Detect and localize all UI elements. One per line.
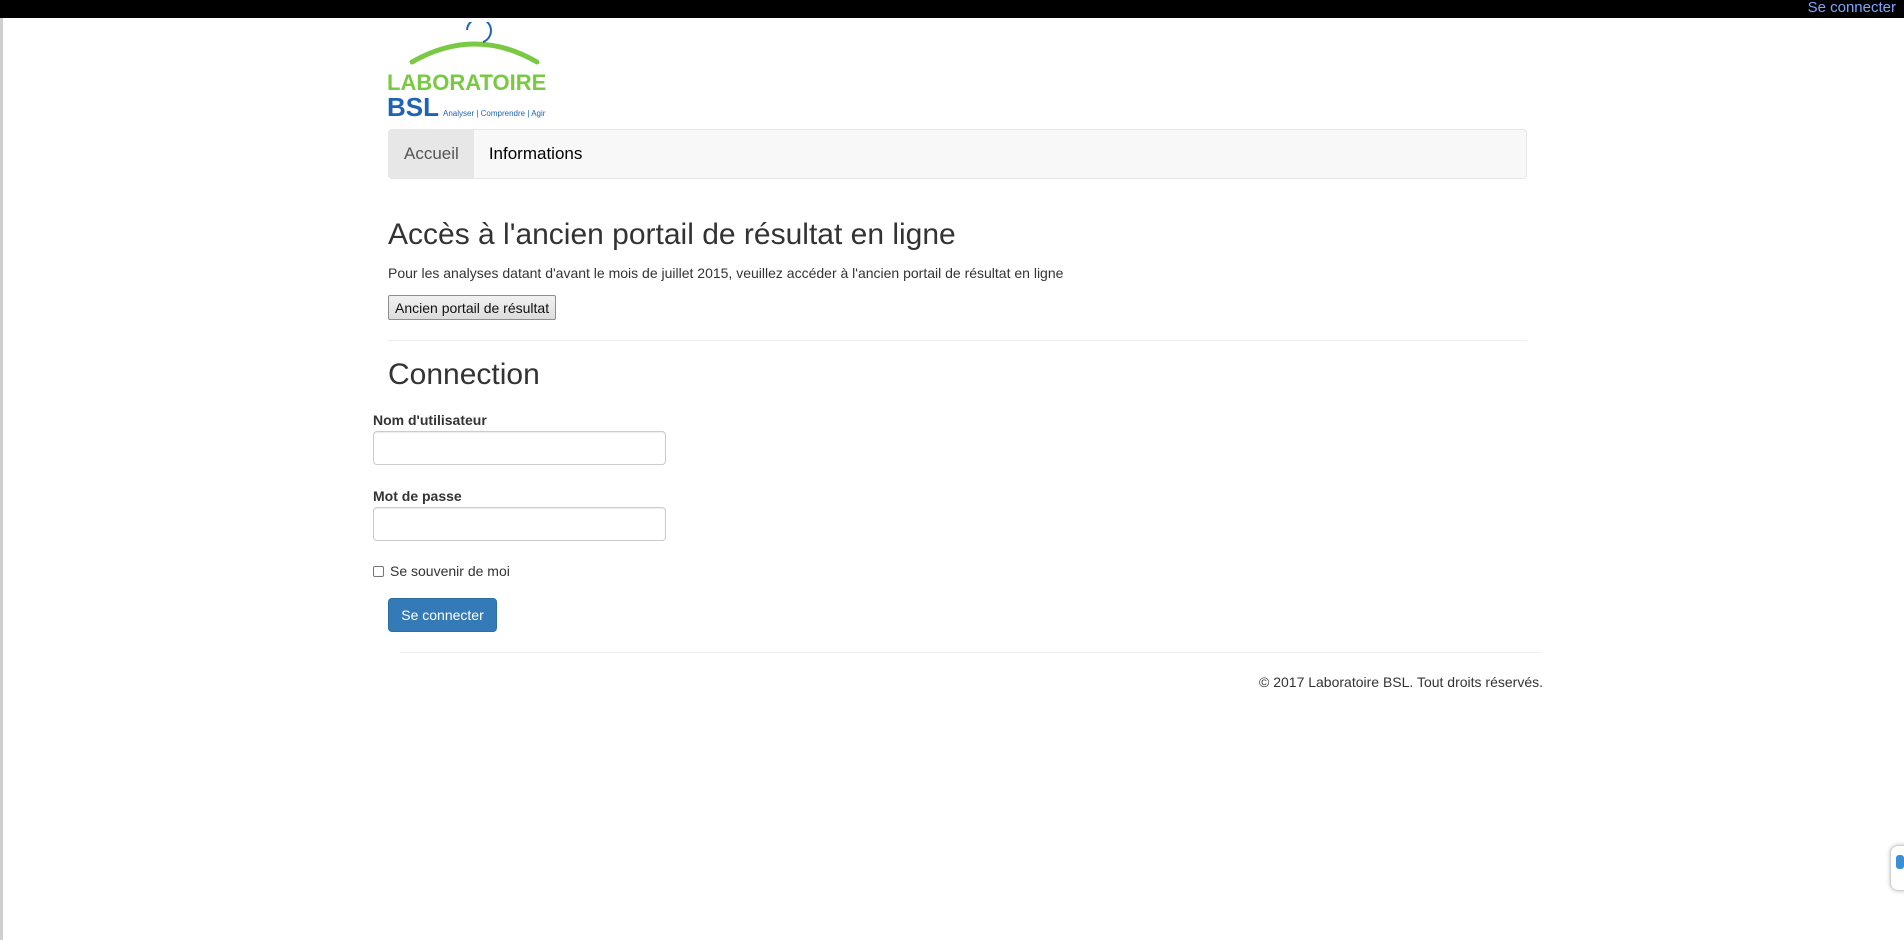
laboratoire-bsl-logo[interactable]: LABORATOIRE BSL Analyser | Comprendre | …: [387, 22, 562, 120]
remember-me-label[interactable]: Se souvenir de moi: [390, 563, 510, 579]
logo-text-bsl: BSL: [387, 92, 439, 120]
top-bar: Se connecter: [0, 0, 1904, 18]
login-submit-button[interactable]: Se connecter: [388, 598, 497, 632]
chat-widget-icon: [1896, 855, 1904, 869]
top-login-link[interactable]: Se connecter: [1808, 0, 1896, 16]
logo-tagline: Analyser | Comprendre | Agir: [443, 109, 546, 118]
remember-me-checkbox[interactable]: [373, 565, 384, 577]
logo-arc: [409, 41, 540, 65]
nav-item-informations[interactable]: Informations: [474, 130, 598, 178]
logo-swirl: [466, 22, 492, 43]
username-label: Nom d'utilisateur: [373, 412, 487, 428]
left-border: [0, 18, 3, 940]
login-heading: Connection: [388, 358, 540, 391]
footer-copyright: © 2017 Laboratoire BSL. Tout droits rése…: [1259, 674, 1543, 690]
password-label: Mot de passe: [373, 488, 462, 504]
remember-me-row: Se souvenir de moi: [373, 563, 510, 579]
old-portal-heading: Accès à l'ancien portail de résultat en …: [388, 218, 956, 251]
section-divider: [388, 340, 1527, 341]
chat-widget-tab[interactable]: [1890, 845, 1904, 891]
password-input[interactable]: [373, 507, 666, 541]
username-input[interactable]: [373, 431, 666, 465]
old-portal-notice: Pour les analyses datant d'avant le mois…: [388, 265, 1064, 281]
nav-item-accueil[interactable]: Accueil: [389, 130, 474, 178]
footer-divider: [400, 652, 1542, 653]
main-navbar: Accueil Informations: [388, 129, 1527, 179]
old-portal-button[interactable]: Ancien portail de résultat: [388, 295, 557, 320]
